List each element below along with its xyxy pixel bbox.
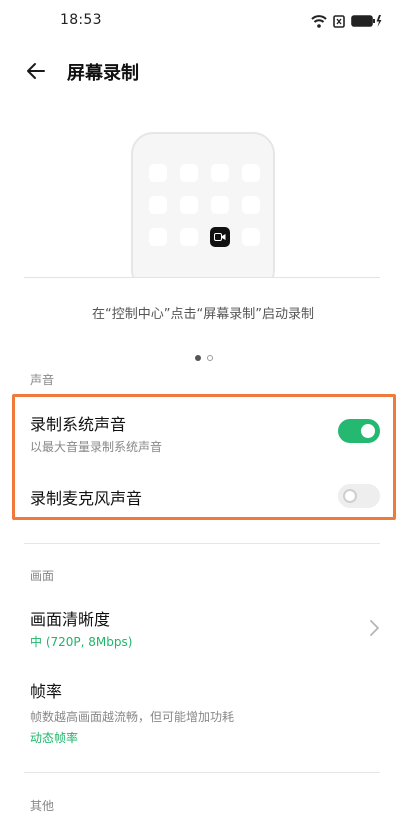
page-indicator[interactable] bbox=[195, 355, 213, 361]
preview-caption: 在“控制中心”点击“屏幕录制”启动录制 bbox=[92, 307, 314, 322]
wifi-icon bbox=[311, 15, 327, 28]
page-dot-active[interactable] bbox=[195, 355, 201, 361]
system-sound-title: 录制系统声音 bbox=[30, 415, 127, 434]
app-tile bbox=[180, 228, 198, 246]
frame-rate-title[interactable]: 帧率 bbox=[30, 678, 62, 702]
page-dot[interactable] bbox=[207, 355, 213, 361]
preview-divider bbox=[24, 277, 380, 278]
app-tile bbox=[211, 164, 229, 182]
preview-illustration bbox=[24, 118, 380, 278]
phone-illustration bbox=[131, 132, 275, 278]
app-tile bbox=[180, 164, 198, 182]
status-icons bbox=[311, 13, 383, 29]
app-tile bbox=[211, 196, 229, 214]
resolution-value: 中 (720P, 8Mbps) bbox=[30, 635, 133, 649]
video-camera-icon bbox=[214, 233, 226, 241]
frame-rate-subtitle: 帧数越高画面越流畅，但可能增加功耗 bbox=[30, 710, 235, 724]
app-tile bbox=[149, 164, 167, 182]
screen-record-tile bbox=[210, 227, 230, 247]
toggle-knob bbox=[343, 489, 357, 503]
mic-sound-toggle[interactable] bbox=[338, 484, 380, 508]
resolution-title[interactable]: 画面清晰度 bbox=[30, 606, 110, 630]
section-label-picture: 画面 bbox=[30, 569, 55, 583]
section-label-sound: 声音 bbox=[30, 373, 55, 387]
mic-sound-title: 录制麦克风声音 bbox=[30, 489, 143, 508]
section-label-other: 其他 bbox=[30, 799, 55, 813]
system-sound-toggle[interactable] bbox=[338, 419, 380, 443]
app-tile bbox=[242, 164, 260, 182]
app-tile bbox=[242, 228, 260, 246]
battery-charging-icon bbox=[351, 15, 382, 27]
section-divider bbox=[24, 772, 380, 773]
section-divider bbox=[24, 543, 380, 544]
system-sound-subtitle: 以最大音量录制系统声音 bbox=[30, 440, 163, 454]
app-tile bbox=[149, 196, 167, 214]
app-tile bbox=[149, 228, 167, 246]
app-tile bbox=[180, 196, 198, 214]
chevron-right-icon[interactable] bbox=[368, 619, 380, 637]
frame-rate-value: 动态帧率 bbox=[30, 731, 79, 745]
back-arrow-icon[interactable] bbox=[24, 59, 48, 83]
page-title: 屏幕录制 bbox=[67, 63, 139, 84]
sim-icon bbox=[333, 14, 345, 28]
status-time: 18:53 bbox=[60, 12, 102, 28]
app-tile bbox=[242, 196, 260, 214]
toggle-knob bbox=[361, 424, 375, 438]
